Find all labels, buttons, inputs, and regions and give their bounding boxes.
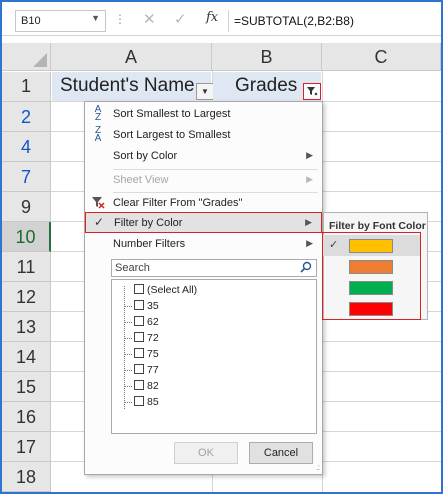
tree-connector: [124, 338, 132, 339]
color-option[interactable]: ✓: [323, 235, 420, 256]
clear-filter-icon: [90, 195, 106, 211]
checkbox[interactable]: [134, 300, 144, 310]
row-header-1[interactable]: 1: [2, 72, 51, 102]
tree-connector: [124, 306, 132, 307]
list-item[interactable]: 62: [134, 316, 159, 328]
color-swatch: [349, 281, 393, 295]
color-option[interactable]: [323, 256, 420, 277]
cell-a1[interactable]: Student's Name: [52, 72, 211, 101]
chevron-right-icon: ▶: [305, 217, 312, 227]
search-icon: [300, 261, 312, 273]
tree-connector: [124, 402, 132, 403]
list-item-select-all[interactable]: (Select All): [134, 284, 197, 296]
corner-triangle-icon: [33, 53, 47, 67]
color-option[interactable]: [323, 298, 420, 319]
filter-by-font-color-submenu: Filter by Font Color ✓: [322, 212, 428, 320]
list-item[interactable]: 75: [134, 348, 159, 360]
filter-button-a[interactable]: ▼: [196, 83, 214, 100]
row-header-10[interactable]: 10: [2, 222, 51, 252]
checkbox[interactable]: [134, 316, 144, 326]
menu-item-filter-by-color[interactable]: ✓ Filter by Color ▶: [85, 212, 322, 233]
ok-button[interactable]: OK: [174, 442, 238, 464]
list-item[interactable]: 85: [134, 396, 159, 408]
checkbox[interactable]: [134, 284, 144, 294]
submenu-title: Filter by Font Color: [329, 220, 426, 232]
chevron-right-icon: ▶: [306, 238, 313, 248]
column-header-a[interactable]: A: [51, 43, 212, 71]
menu-item-sort-by-color[interactable]: Sort by Color ▶: [85, 146, 322, 167]
row-header-18[interactable]: 18: [2, 462, 51, 492]
row-header-13[interactable]: 13: [2, 312, 51, 342]
cancel-icon[interactable]: ✕: [143, 10, 156, 28]
color-swatch: [349, 239, 393, 253]
separator-icon: ⋮: [114, 12, 126, 26]
tree-connector: [124, 322, 132, 323]
checkbox[interactable]: [134, 364, 144, 374]
cancel-button[interactable]: Cancel: [249, 442, 313, 464]
color-option[interactable]: [323, 277, 420, 298]
check-icon: ✓: [329, 239, 339, 251]
color-options-box: ✓: [322, 232, 421, 320]
column-header-c[interactable]: C: [322, 43, 441, 71]
resize-grip-icon[interactable]: .:: [317, 463, 321, 472]
chevron-right-icon: ▶: [306, 174, 313, 184]
formula-bar: B10 ▼ ⋮ ✕ ✓ fx =SUBTOTAL(2,B2:B8): [2, 2, 441, 36]
menu-item-sheet-view: Sheet View ▶: [113, 174, 313, 186]
row-header-7[interactable]: 7: [2, 162, 51, 192]
checkbox[interactable]: [134, 332, 144, 342]
row-header-17[interactable]: 17: [2, 432, 51, 462]
menu-item-sort-descending[interactable]: ZA Sort Largest to Smallest: [85, 125, 322, 146]
cell-b1-text: Grades: [235, 75, 298, 96]
tree-connector: [124, 370, 132, 371]
checkbox[interactable]: [134, 348, 144, 358]
enter-icon[interactable]: ✓: [174, 10, 187, 28]
filter-values-list: (Select All) 35 62 72 75 77 82 85: [111, 279, 317, 434]
filter-search-box[interactable]: Search: [111, 259, 317, 277]
funnel-icon: [307, 87, 318, 96]
list-item[interactable]: 35: [134, 300, 159, 312]
row-header-11[interactable]: 11: [2, 252, 51, 282]
insert-function-button[interactable]: fx: [206, 10, 218, 25]
tree-connector: [124, 286, 132, 409]
color-swatch: [349, 260, 393, 274]
cell-a1-text: Student's Name: [60, 75, 195, 96]
search-placeholder: Search: [115, 262, 150, 274]
row-header-2[interactable]: 2: [2, 102, 51, 132]
filter-button-b[interactable]: [303, 83, 321, 100]
check-icon: ✓: [93, 215, 105, 229]
row-header-9[interactable]: 9: [2, 192, 51, 222]
row-header-14[interactable]: 14: [2, 342, 51, 372]
sort-descending-icon: ZA: [94, 125, 102, 144]
row-header-16[interactable]: 16: [2, 402, 51, 432]
menu-item-clear-filter[interactable]: Clear Filter From "Grades": [85, 193, 322, 214]
color-swatch: [349, 302, 393, 316]
list-item[interactable]: 77: [134, 364, 159, 376]
chevron-right-icon: ▶: [306, 150, 313, 160]
select-all-corner[interactable]: [2, 43, 51, 71]
list-item[interactable]: 72: [134, 332, 159, 344]
list-item[interactable]: 82: [134, 380, 159, 392]
row-header-4[interactable]: 4: [2, 132, 51, 162]
menu-item-sort-ascending[interactable]: AZ Sort Smallest to Largest: [85, 104, 322, 125]
formula-input[interactable]: =SUBTOTAL(2,B2:B8): [228, 10, 440, 32]
name-box-value: B10: [21, 15, 41, 27]
row-header-15[interactable]: 15: [2, 372, 51, 402]
column-header-b[interactable]: B: [212, 43, 322, 71]
checkbox[interactable]: [134, 380, 144, 390]
sort-ascending-icon: AZ: [94, 104, 102, 123]
checkbox[interactable]: [134, 396, 144, 406]
tree-connector: [124, 354, 132, 355]
row-header-12[interactable]: 12: [2, 282, 51, 312]
tree-connector: [124, 386, 132, 387]
filter-dropdown-menu: AZ Sort Smallest to Largest ZA Sort Larg…: [84, 101, 323, 475]
chevron-down-icon[interactable]: ▼: [91, 13, 100, 23]
name-box[interactable]: B10 ▼: [15, 10, 106, 32]
menu-item-number-filters[interactable]: Number Filters ▶: [85, 234, 322, 255]
